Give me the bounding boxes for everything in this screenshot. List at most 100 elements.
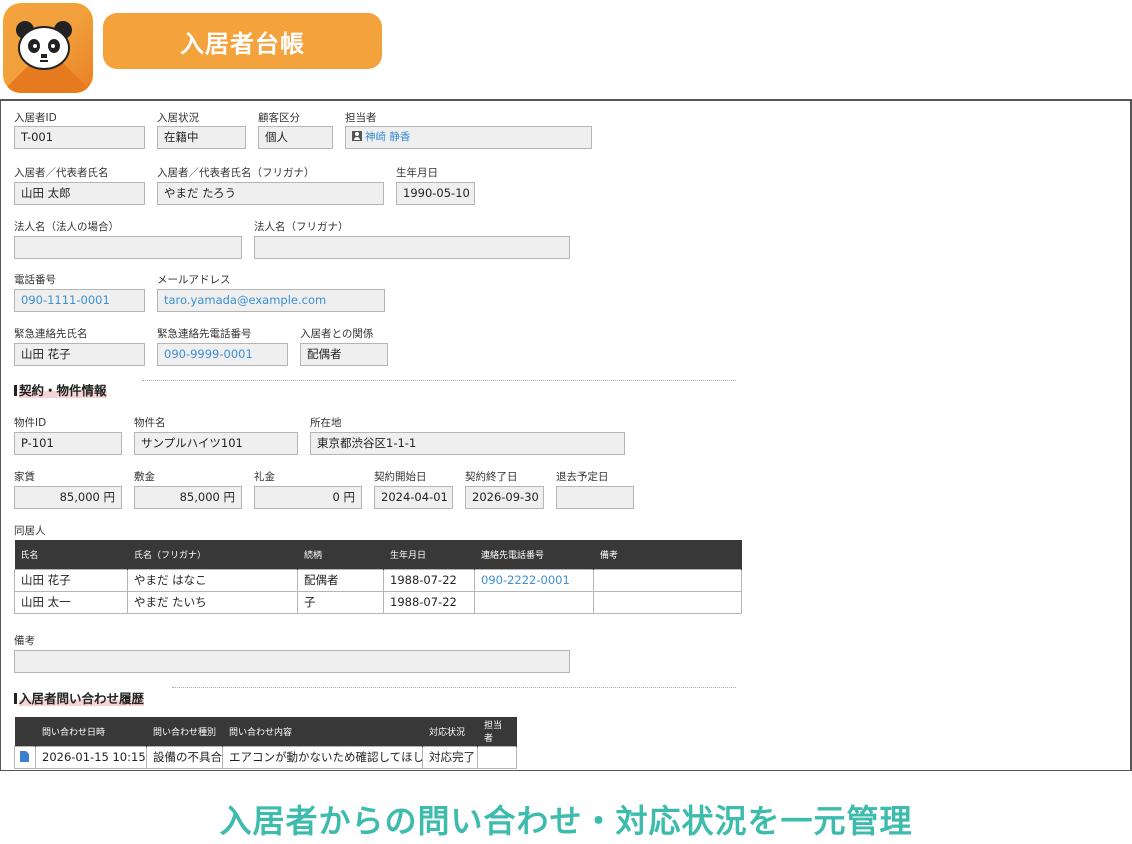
- cell-birth[interactable]: 1988-07-22: [383, 568, 475, 592]
- app-icon[interactable]: [3, 3, 93, 93]
- cell-relation[interactable]: 配偶者: [297, 568, 384, 592]
- cell-kana[interactable]: やまだ たいち: [127, 590, 298, 614]
- column-header[interactable]: 連絡先電話番号: [474, 540, 594, 569]
- property-name-field[interactable]: サンプルハイツ101: [134, 432, 298, 455]
- contract-end-field[interactable]: 2026-09-30: [465, 486, 544, 509]
- user-icon: [352, 131, 362, 141]
- relation-field[interactable]: 配偶者: [300, 343, 388, 366]
- email-field[interactable]: taro.yamada@example.com: [157, 289, 385, 312]
- section-divider: [172, 687, 736, 688]
- emergency-phone-field[interactable]: 090-9999-0001: [157, 343, 288, 366]
- column-header[interactable]: 問い合わせ日時: [35, 717, 147, 746]
- column-header[interactable]: 生年月日: [383, 540, 475, 569]
- cell-relation[interactable]: 子: [297, 590, 384, 614]
- customer-type-label: 顧客区分: [258, 112, 300, 124]
- cell-content[interactable]: エアコンが動かないため確認してほしい: [222, 745, 423, 769]
- cell-name[interactable]: 山田 花子: [14, 568, 128, 592]
- deposit-label: 敷金: [134, 471, 155, 483]
- table-row[interactable]: 山田 花子 やまだ はなこ 配偶者 1988-07-22 090-2222-00…: [14, 568, 742, 592]
- cell-phone[interactable]: 090-2222-0001: [474, 568, 594, 592]
- corp-kana-field[interactable]: [254, 236, 570, 259]
- tenant-record-form: 入居者ID T-001 入居状況 在籍中 顧客区分 個人 担当者 神崎 静香 入…: [0, 99, 1132, 771]
- inquiries-section-title: 入居者問い合わせ履歴: [14, 688, 145, 707]
- feature-caption: 入居者からの問い合わせ・対応状況を一元管理: [219, 802, 913, 840]
- panda-icon: [16, 21, 72, 70]
- column-header[interactable]: 問い合わせ種別: [146, 717, 223, 746]
- kana-field[interactable]: やまだ たろう: [157, 182, 384, 205]
- birth-label: 生年月日: [396, 167, 438, 179]
- cell-kana[interactable]: やまだ はなこ: [127, 568, 298, 592]
- relation-label: 入居者との関係: [300, 328, 374, 340]
- leave-date-label: 退去予定日: [556, 471, 609, 483]
- column-header[interactable]: 続柄: [297, 540, 384, 569]
- cell-birth[interactable]: 1988-07-22: [383, 590, 475, 614]
- key-money-field[interactable]: 0 円: [254, 486, 362, 509]
- page-title: 入居者台帳: [180, 29, 305, 58]
- phone-field[interactable]: 090-1111-0001: [14, 289, 145, 312]
- cell-phone[interactable]: [474, 590, 594, 614]
- cell-staff[interactable]: [477, 745, 517, 769]
- address-field[interactable]: 東京都渋谷区1-1-1: [310, 432, 625, 455]
- cell-type[interactable]: 設備の不具合: [146, 745, 223, 769]
- notes-label: 備考: [14, 635, 35, 647]
- staff-name[interactable]: 神崎 静香: [365, 131, 410, 143]
- key-money-label: 礼金: [254, 471, 275, 483]
- column-header[interactable]: 担当者: [477, 717, 517, 746]
- rent-label: 家賃: [14, 471, 35, 483]
- corp-kana-label: 法人名（フリガナ）: [254, 221, 349, 233]
- property-name-label: 物件名: [134, 417, 166, 429]
- deposit-field[interactable]: 85,000 円: [134, 486, 242, 509]
- cell-notes[interactable]: [593, 590, 742, 614]
- page-title-banner: 入居者台帳: [103, 13, 382, 69]
- name-field[interactable]: 山田 太郎: [14, 182, 145, 205]
- contract-end-label: 契約終了日: [465, 471, 518, 483]
- leave-date-field[interactable]: [556, 486, 634, 509]
- property-id-label: 物件ID: [14, 417, 47, 429]
- rent-field[interactable]: 85,000 円: [14, 486, 122, 509]
- corp-name-field[interactable]: [14, 236, 242, 259]
- email-label: メールアドレス: [157, 274, 231, 286]
- phone-label: 電話番号: [14, 274, 56, 286]
- cohabitants-table: 氏名 氏名（フリガナ） 続柄 生年月日 連絡先電話番号 備考 山田 花子 やまだ…: [14, 540, 742, 614]
- name-label: 入居者／代表者氏名: [14, 167, 109, 179]
- cell-datetime[interactable]: 2026-01-15 10:15: [35, 745, 147, 769]
- property-id-field[interactable]: P-101: [14, 432, 122, 455]
- staff-field[interactable]: 神崎 静香: [345, 126, 592, 149]
- table-row[interactable]: 山田 太一 やまだ たいち 子 1988-07-22: [14, 590, 742, 614]
- column-header[interactable]: 問い合わせ内容: [222, 717, 423, 746]
- cell-name[interactable]: 山田 太一: [14, 590, 128, 614]
- document-icon[interactable]: [20, 751, 29, 762]
- inquiries-section-title-text: 入居者問い合わせ履歴: [19, 691, 145, 706]
- tenant-id-label: 入居者ID: [14, 112, 57, 124]
- status-label: 入居状況: [157, 112, 199, 124]
- section-divider: [142, 380, 736, 381]
- column-header[interactable]: 氏名（フリガナ）: [127, 540, 298, 569]
- contract-start-field[interactable]: 2024-04-01: [374, 486, 453, 509]
- status-field[interactable]: 在籍中: [157, 126, 246, 149]
- column-header[interactable]: 対応状況: [422, 717, 478, 746]
- emergency-name-label: 緊急連絡先氏名: [14, 328, 88, 340]
- column-header[interactable]: 備考: [593, 540, 742, 569]
- cell-open[interactable]: [14, 745, 36, 769]
- birth-field[interactable]: 1990-05-10: [396, 182, 475, 205]
- tenant-id-field[interactable]: T-001: [14, 126, 145, 149]
- address-label: 所在地: [310, 417, 342, 429]
- table-row[interactable]: 2026-01-15 10:15 設備の不具合 エアコンが動かないため確認してほ…: [14, 745, 517, 769]
- staff-label: 担当者: [345, 112, 377, 124]
- column-header: [14, 717, 36, 746]
- table-header-row: 氏名 氏名（フリガナ） 続柄 生年月日 連絡先電話番号 備考: [14, 540, 742, 569]
- customer-type-field[interactable]: 個人: [258, 126, 333, 149]
- contract-section-title-text: 契約・物件情報: [19, 383, 107, 398]
- cell-status[interactable]: 対応完了: [422, 745, 478, 769]
- contract-start-label: 契約開始日: [374, 471, 427, 483]
- cohabitants-label: 同居人: [14, 525, 46, 537]
- notes-field[interactable]: [14, 650, 570, 673]
- column-header[interactable]: 氏名: [14, 540, 128, 569]
- inquiries-table: 問い合わせ日時 問い合わせ種別 問い合わせ内容 対応状況 担当者 2026-01…: [14, 717, 517, 769]
- corp-name-label: 法人名（法人の場合）: [14, 221, 119, 233]
- table-header-row: 問い合わせ日時 問い合わせ種別 問い合わせ内容 対応状況 担当者: [14, 717, 517, 746]
- cell-notes[interactable]: [593, 568, 742, 592]
- contract-section-title: 契約・物件情報: [14, 380, 107, 399]
- emergency-phone-label: 緊急連絡先電話番号: [157, 328, 252, 340]
- emergency-name-field[interactable]: 山田 花子: [14, 343, 145, 366]
